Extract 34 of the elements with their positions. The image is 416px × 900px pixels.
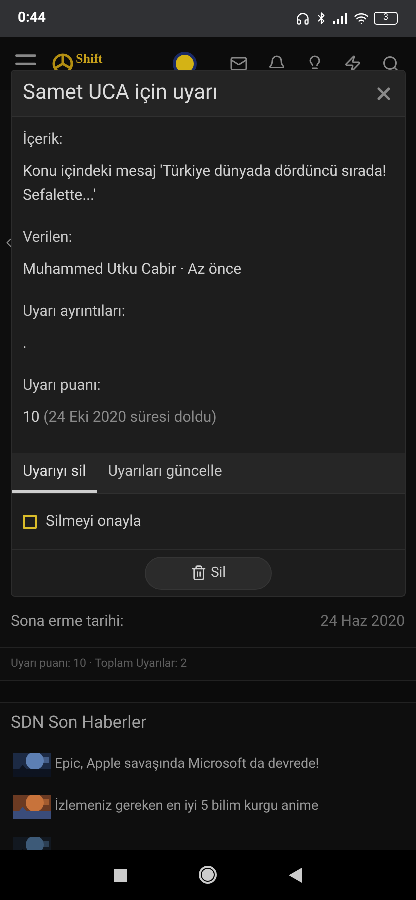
mail-icon[interactable] — [230, 54, 248, 72]
checkbox-label: Silmeyi onayla — [46, 511, 142, 532]
clock: 0:44 — [18, 9, 46, 28]
field-label: Uyarı ayrıntıları: — [23, 301, 126, 321]
expiry-label: Sona erme tarihi: — [11, 611, 124, 632]
field-label: Verilen: — [23, 227, 74, 247]
field-label: İçerik: — [23, 129, 64, 149]
expiry-date: 24 Haz 2020 — [320, 611, 405, 632]
tab[interactable]: Uyarıları güncelle — [97, 453, 234, 493]
home-button[interactable] — [199, 866, 217, 884]
checkbox[interactable] — [23, 514, 37, 528]
trash-icon — [190, 565, 207, 581]
back-button[interactable] — [289, 868, 302, 882]
field-label: Uyarı puanı: — [23, 375, 102, 395]
field-value: 10 (24 Eki 2020 süresi doldu) — [23, 407, 218, 428]
search-icon[interactable] — [382, 54, 400, 72]
field-value: Konu içindeki mesaj 'Türkiye dünyada dördüncü sırada! Sefalette...' — [23, 161, 388, 206]
battery-icon: 3 — [374, 12, 398, 25]
news-link[interactable]: Epic, Apple savaşında Microsoft da devrede! — [55, 754, 320, 775]
field-value: . — [23, 333, 28, 354]
delete-button[interactable]: Sil — [145, 556, 272, 590]
tab[interactable]: Uyarıyı sil — [12, 453, 98, 493]
news-link[interactable]: İzlemeniz gereken en iyi 5 bilim kurgu anime — [55, 796, 319, 817]
dialog-title: Samet UCA için uyarı — [23, 80, 218, 107]
section-title: SDN Son Haberler — [11, 712, 148, 735]
summary-text: Uyarı puanı: 10 · Toplam Uyarılar: 2 — [11, 655, 188, 672]
bolt-icon[interactable] — [344, 54, 362, 72]
signal-icon — [333, 13, 349, 24]
logo-text: Shift — [76, 50, 103, 68]
bluetooth-icon — [315, 12, 328, 25]
wifi-icon — [354, 11, 369, 26]
field-value: Muhammed Utku Cabir · Az önce — [23, 259, 243, 280]
recents-button[interactable] — [114, 868, 127, 882]
headphones-icon — [296, 12, 310, 26]
